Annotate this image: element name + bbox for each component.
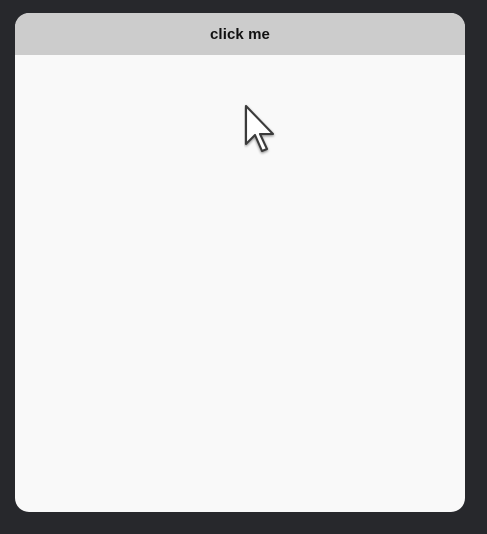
mouse-pointer-icon [244,104,275,153]
window-card: click me [15,13,465,512]
click-me-button[interactable]: click me [15,13,465,55]
click-me-label: click me [209,25,270,43]
